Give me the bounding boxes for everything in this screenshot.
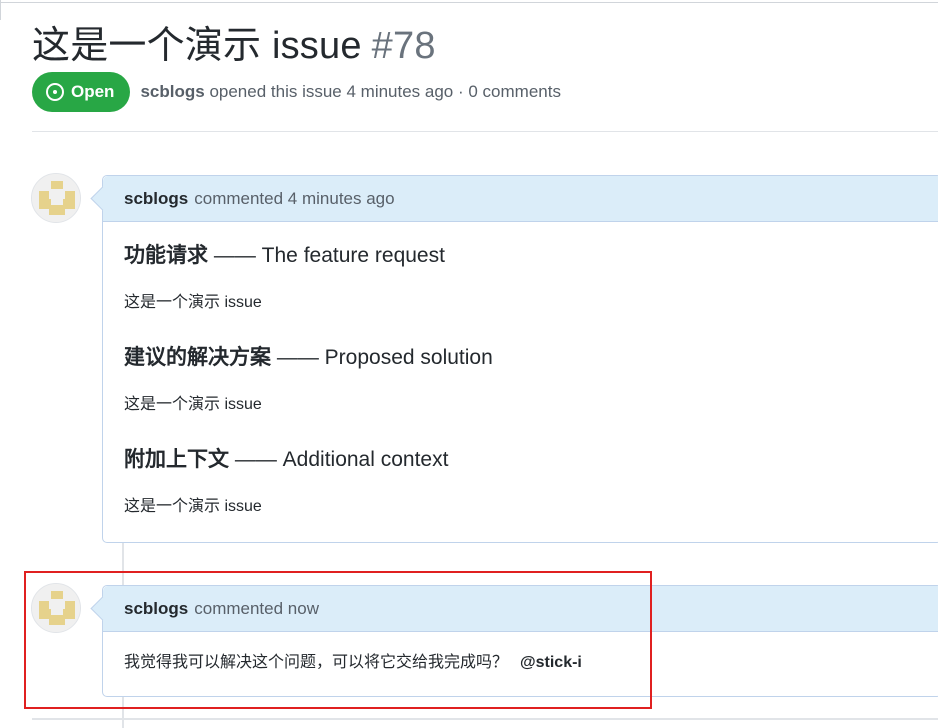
issue-title: 这是一个演示 issue #78 [32,14,436,69]
highlight-annotation [24,571,652,709]
comment-header: scblogs commented 4 minutes ago [103,176,938,222]
section-heading-zh: 建议的解决方案 [124,346,271,369]
section-text: 这是一个演示 issue [124,396,262,413]
issue-state-label: Open [71,82,115,101]
comment-author-link[interactable]: scblogs [124,189,188,209]
issue-state-badge: Open [32,72,131,112]
comment-avatar[interactable] [31,173,81,223]
section-heading: 附加上下文 —— Additional context [124,446,920,474]
comment-body: 功能请求 —— The feature request 这是一个演示 issue… [103,222,938,536]
section-heading-en: —— Additional context [229,448,449,471]
identicon-avatar [32,174,80,222]
section-heading-en: —— Proposed solution [271,346,493,369]
section-heading: 建议的解决方案 —— Proposed solution [124,344,920,372]
section-heading-zh: 功能请求 [124,244,208,267]
header-divider [32,131,938,132]
section-text: 这是一个演示 issue [124,498,262,515]
issue-number: #78 [371,25,436,67]
left-border [0,0,1,20]
issue-meta: scblogs opened this issue 4 minutes ago … [140,82,561,102]
issue-meta-row: Open scblogs opened this issue 4 minutes… [32,72,561,112]
section-heading-zh: 附加上下文 [124,448,229,471]
top-border [0,2,938,3]
section-text: 这是一个演示 issue [124,294,262,311]
issue-title-text: 这是一个演示 issue [32,25,362,67]
issue-opened-icon [46,83,64,101]
comment-card: scblogs commented 4 minutes ago 功能请求 —— … [102,175,938,543]
section-heading-en: —— The feature request [208,244,445,267]
issue-author-link[interactable]: scblogs [140,82,204,101]
comment-timestamp[interactable]: commented 4 minutes ago [194,189,394,209]
section-heading: 功能请求 —— The feature request [124,242,920,270]
issue-meta-text: opened this issue 4 minutes ago · 0 comm… [209,82,561,101]
bottom-divider [32,718,938,720]
